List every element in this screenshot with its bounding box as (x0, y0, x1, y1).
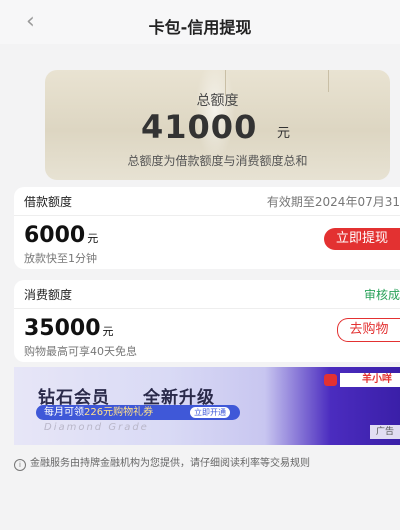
nav-bar: ‹ 卡包-信用提现 (0, 0, 400, 44)
page-title: 卡包-信用提现 (148, 18, 252, 37)
total-limit-card: 总额度 41000 元 总额度为借款额度与消费额度总和 (45, 70, 390, 180)
loan-amount: 6000 元 (24, 223, 99, 248)
shop-button[interactable]: 去购物 (337, 318, 400, 342)
withdraw-button[interactable]: 立即提现 (324, 228, 400, 250)
banner-open-button[interactable]: 立即开通 (190, 407, 230, 418)
loan-validity: 有效期至2024年07月31 (266, 195, 400, 209)
info-icon: i (14, 459, 26, 471)
total-limit-amount: 41000 (141, 108, 258, 146)
banner-script: Diamond Grade (44, 422, 149, 433)
brand-tag: 羊小咩 (324, 373, 400, 387)
consume-amount: 35000 元 (24, 316, 114, 341)
total-limit-unit: 元 (277, 126, 291, 141)
consume-description: 购物最高可享40天免息 (24, 345, 137, 358)
total-limit-description: 总额度为借款额度与消费额度总和 (127, 154, 308, 168)
loan-limit-label: 借款额度 (24, 195, 73, 209)
footer-note: i 金融服务由持牌金融机构为您提供，请仔细阅读利率等交易规则 (14, 454, 310, 471)
loan-limit-card: 借款额度 有效期至2024年07月31 6000 元 放款快至1分钟 立即提现 (14, 187, 400, 269)
divider (14, 308, 400, 309)
hero-lamp (328, 70, 329, 92)
loan-description: 放款快至1分钟 (24, 252, 97, 265)
promo-banner[interactable]: 钻石会员 全新升级 每月可领226元购物礼券 立即开通 Diamond Grad… (14, 367, 400, 445)
consume-limit-label: 消费额度 (24, 288, 73, 302)
total-limit-label: 总额度 (196, 93, 239, 109)
ad-label: 广告 (370, 425, 400, 439)
brand-logo-icon (324, 374, 337, 386)
divider (14, 215, 400, 216)
consume-limit-card: 消费额度 审核成 35000 元 购物最高可享40天免息 去购物 (14, 280, 400, 362)
status-badge: 审核成 (363, 288, 400, 302)
